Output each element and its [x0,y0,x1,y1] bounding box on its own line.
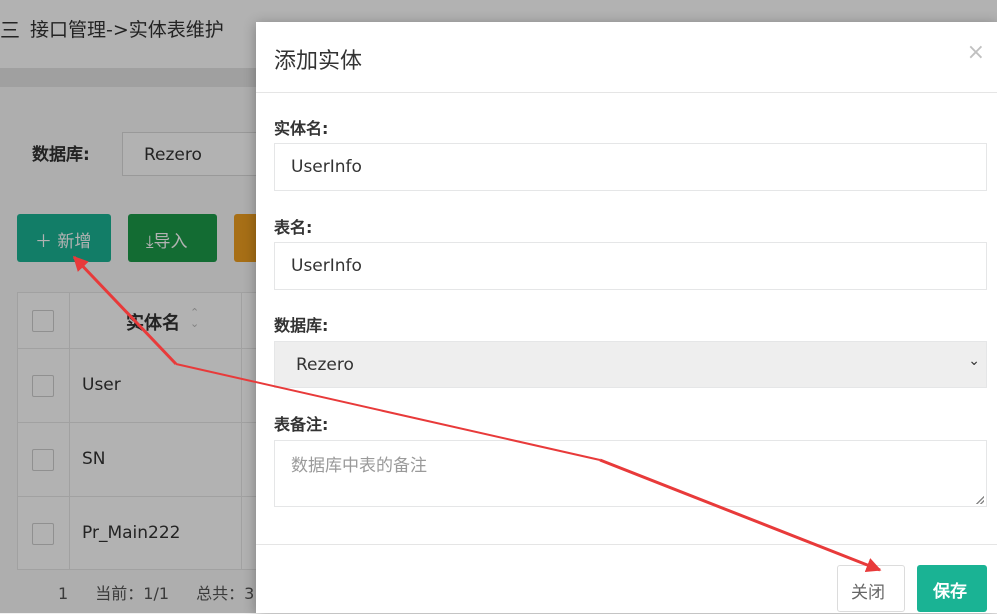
modal-header: 添加实体 × [256,22,997,93]
table-remark-textarea[interactable]: 数据库中表的备注 [274,440,987,507]
table-name-input[interactable] [274,242,987,290]
close-icon[interactable]: × [967,40,985,65]
database-label: 数据库: [274,316,329,335]
database-select[interactable]: Rezero ⌄ [274,341,987,388]
modal-title: 添加实体 [274,49,363,74]
entity-name-label: 实体名: [274,119,329,138]
resize-handle-icon[interactable] [976,496,984,504]
entity-name-input[interactable] [274,143,987,191]
close-button[interactable]: 关闭 [837,565,905,612]
table-name-label: 表名: [274,218,313,237]
save-button[interactable]: 保存 [917,565,987,612]
table-remark-label: 表备注: [274,415,329,434]
add-entity-modal: 添加实体 × 实体名: 表名: 数据库: Rezero ⌄ 表备注: 数据库中表… [256,22,997,613]
table-remark-placeholder: 数据库中表的备注 [291,456,427,476]
database-select-value: Rezero [296,355,354,375]
chevron-down-icon: ⌄ [968,353,980,369]
modal-footer: 关闭 保存 [256,544,997,614]
